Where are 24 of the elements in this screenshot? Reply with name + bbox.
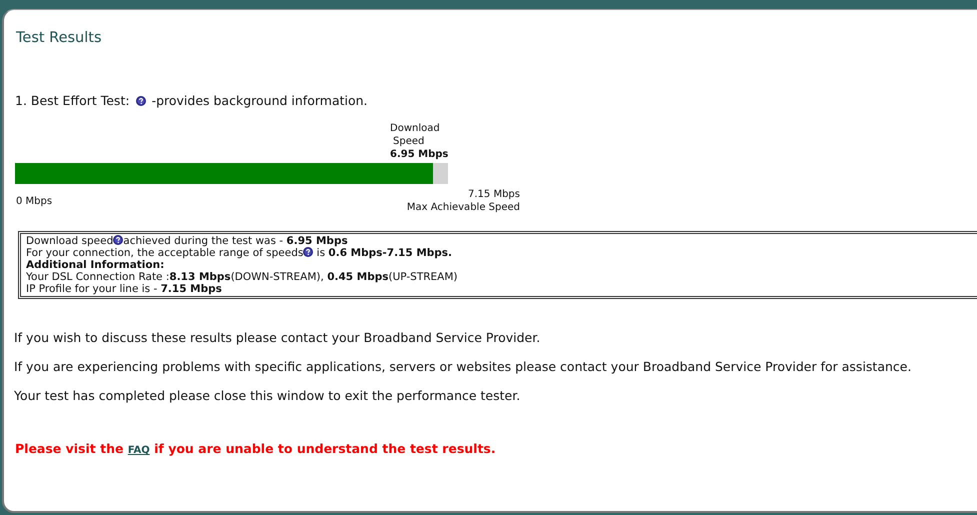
info-paragraph: Your test has completed please close this window to exit the performance tester. [14,388,522,403]
meter-caption: Speed [393,135,426,148]
info-heading: Additional Information: [26,259,164,271]
info-paragraph: If you are experiencing problems with specific applications, servers or websites please contact your Broadband Service Provider for assistance. [14,359,912,374]
page-title: Test Results [16,30,103,46]
meter-caption: Download [390,122,441,135]
info-paragraph: If you wish to discuss these results please contact your Broadband Service Provider. [14,330,542,345]
download-speed-value: 6.95 Mbps [390,148,450,161]
help-note: -provides background information. [152,93,368,108]
test-heading: 1. Best Effort Test: [15,93,130,108]
info-text: Your DSL Connection Rate :8.13 Mbps(DOWN-STREAM), 0.45 Mbps(UP-STREAM) [26,271,458,283]
info-text: Download speed [26,235,114,247]
info-text: is 0.6 Mbps-7.15 Mbps. [316,247,452,259]
faq-notice: Please visit the FAQ if you are unable to understand the test results. [15,441,497,456]
min-speed-label: 0 Mbps [16,196,52,207]
faq-link[interactable]: FAQ [128,445,150,456]
max-speed-value: 7.15 Mbps [467,188,520,201]
max-speed-label: Max Achievable Speed [406,201,520,214]
help-icon[interactable] [136,96,146,106]
info-text: achieved during the test was - 6.95 Mbps [123,235,348,247]
info-text: IP Profile for your line is - 7.15 Mbps [26,283,222,295]
help-icon[interactable] [303,247,314,257]
help-icon[interactable] [113,235,124,245]
info-text: For your connection, the acceptable range of speeds [26,247,304,259]
